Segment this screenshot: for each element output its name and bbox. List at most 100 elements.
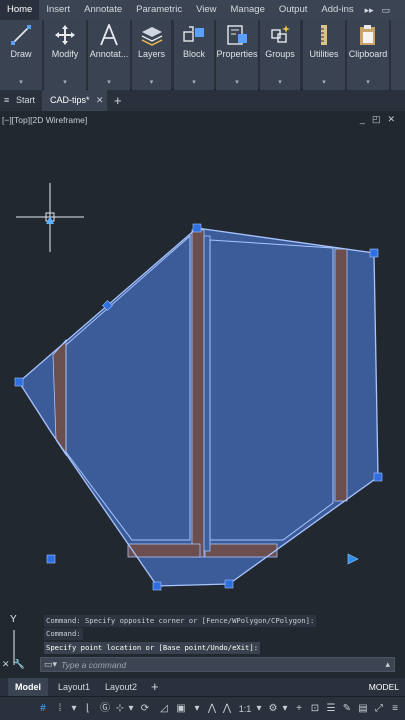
drawing-canvas[interactable] (0, 111, 405, 678)
tab-output[interactable]: Output (272, 0, 315, 20)
chevron-down-icon: ▾ (107, 79, 111, 86)
chevron-down-icon[interactable]: ▾ (280, 700, 290, 718)
ucs-y-label: Y (10, 614, 17, 625)
grip (192, 223, 202, 233)
drawing-viewport[interactable]: [−][Top][2D Wireframe] _ ◰ ✕ Y (0, 111, 405, 678)
customize-icon[interactable]: ≡ (388, 700, 402, 718)
groups-icon (271, 25, 290, 43)
panel-annotation[interactable]: Annotat... ▾ (88, 20, 130, 90)
chevron-down-icon[interactable]: ▾ (68, 700, 80, 718)
panel-draw[interactable]: Draw ▾ (0, 20, 42, 90)
hardware-acceleration-icon[interactable]: ▤ (356, 700, 370, 718)
tab-home[interactable]: Home (0, 0, 40, 20)
panel-clipboard[interactable]: Clipboard ▾ (347, 20, 389, 90)
osnap-icon[interactable]: ⊹ (114, 700, 126, 718)
text-a-icon (100, 24, 118, 46)
ribbon-panels: Draw ▾ Modify ▾ Annotat... ▾ Layers ▾ Bl… (0, 20, 405, 90)
polar-icon[interactable]: Ⓖ (98, 700, 112, 718)
layout-tab-model[interactable]: Model (8, 678, 48, 696)
annotation-scale-icon[interactable]: ⋀ (220, 700, 234, 718)
panel-utilities[interactable]: Utilities ▾ (303, 20, 345, 90)
panel-properties[interactable]: Properties ▾ (216, 20, 258, 90)
tab-annotate[interactable]: Annotate (77, 0, 129, 20)
command-line-tools: ✕ 🔧 (2, 657, 40, 672)
panel-layers[interactable]: Layers ▾ (132, 20, 171, 90)
new-tab-button[interactable]: + (114, 90, 122, 111)
tab-menu-icon[interactable]: ≡ (4, 90, 14, 111)
object-tracking-icon[interactable]: ⟳ (138, 700, 152, 718)
workspace-icon[interactable]: ⚙ (266, 700, 280, 718)
ribbon-options-icon[interactable]: ▭ (378, 0, 395, 20)
panel-clipboard-label: Clipboard (348, 49, 388, 59)
annotation-visibility-icon[interactable]: ⋀ (205, 700, 219, 718)
grip (373, 472, 383, 482)
layout-tab-bar: Model Layout1 Layout2 + MODEL (0, 678, 405, 696)
panel-block-label: Block (182, 49, 205, 59)
more-tabs-button[interactable]: ▸▸ (361, 0, 378, 20)
isolate-icon[interactable]: ✎ (340, 700, 354, 718)
tab-add-ins[interactable]: Add-ins (314, 0, 360, 20)
command-line[interactable]: ▭▾ ▴ (40, 657, 395, 672)
grid-icon[interactable]: # (36, 700, 50, 718)
chevron-down-icon: ▾ (235, 79, 239, 86)
add-layout-button[interactable]: + (151, 678, 159, 696)
tab-manage[interactable]: Manage (224, 0, 272, 20)
move-arrows-icon (55, 25, 75, 45)
panel-more[interactable] (391, 20, 405, 90)
chevron-down-icon[interactable]: ▾ (254, 700, 264, 718)
document-tab-bar: ≡ Start CAD-tips* ✕ + (0, 90, 405, 111)
properties-icon (227, 25, 247, 45)
grip-arrow (347, 553, 359, 565)
panel-utilities-label: Utilities (309, 49, 339, 59)
layout-tab-layout2[interactable]: Layout2 (105, 678, 137, 696)
panel-layers-label: Layers (137, 49, 165, 59)
ribbon-tab-bar: Home Insert Annotate Parametric View Man… (0, 0, 405, 20)
panel-groups-label: Groups (265, 49, 295, 59)
ortho-icon[interactable]: ⌊ (82, 700, 94, 718)
close-icon[interactable]: ✕ (387, 114, 395, 125)
chevron-down-icon: ▾ (278, 79, 282, 86)
lineweight-icon[interactable]: ◿ (156, 700, 172, 718)
minimize-icon[interactable]: _ (360, 114, 365, 125)
layout-tab-layout1[interactable]: Layout1 (58, 678, 90, 696)
wrench-icon[interactable]: 🔧 (14, 659, 25, 670)
command-history-line: Command: Specify opposite corner or [Fen… (44, 615, 317, 627)
measure-icon (321, 25, 327, 45)
units-icon[interactable]: ⊡ (308, 700, 322, 718)
doc-tab-start[interactable]: Start (16, 90, 35, 111)
command-prompt-icon[interactable]: ▭▾ (44, 659, 57, 670)
grip (152, 581, 162, 591)
chevron-down-icon[interactable]: ▾ (126, 700, 136, 718)
panel-groups[interactable]: Groups ▾ (260, 20, 300, 90)
chevron-down-icon: ▾ (63, 79, 67, 86)
restore-icon[interactable]: ◰ (372, 114, 381, 125)
draw-line-icon (11, 25, 31, 45)
panel-properties-label: Properties (216, 49, 258, 59)
close-icon[interactable]: ✕ (96, 90, 104, 111)
panel-draw-label: Draw (10, 49, 32, 59)
snap-icon[interactable]: ⁞ (54, 700, 66, 718)
tab-parametric[interactable]: Parametric (129, 0, 189, 20)
scale-value[interactable]: 1:1 (236, 700, 254, 718)
command-input[interactable] (61, 659, 352, 670)
close-icon[interactable]: ✕ (2, 659, 10, 670)
panel-block[interactable]: Block ▾ (174, 20, 214, 90)
add-icon[interactable]: + (292, 700, 306, 718)
chevron-down-icon[interactable]: ▾ (192, 700, 202, 718)
layers-icon (141, 27, 162, 46)
chevron-down-icon: ▾ (322, 79, 326, 86)
quick-properties-icon[interactable]: ☰ (324, 700, 338, 718)
chevron-up-icon[interactable]: ▴ (385, 659, 390, 670)
tab-insert[interactable]: Insert (39, 0, 77, 20)
panel-modify[interactable]: Modify ▾ (44, 20, 86, 90)
grip (369, 248, 379, 258)
panel-modify-label: Modify (51, 49, 79, 59)
viewport-controls-label[interactable]: [−][Top][2D Wireframe] (2, 115, 87, 125)
model-space-indicator[interactable]: MODEL (369, 678, 399, 696)
selection-cycling-icon[interactable]: ▣ (174, 700, 188, 718)
tab-view[interactable]: View (189, 0, 223, 20)
chevron-down-icon: ▾ (19, 79, 23, 86)
fullscreen-icon[interactable]: ⤢ (372, 700, 386, 718)
grip (14, 377, 24, 387)
grip (224, 579, 234, 589)
